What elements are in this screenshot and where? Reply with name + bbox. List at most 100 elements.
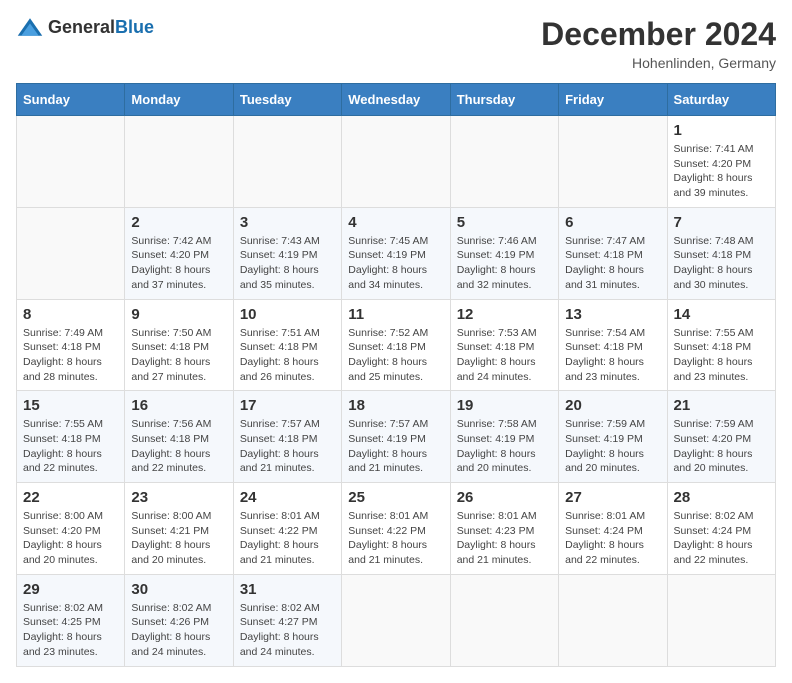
- calendar-day-cell: 24 Sunrise: 8:01 AMSunset: 4:22 PMDayligh…: [233, 483, 341, 575]
- day-info: Sunrise: 7:55 AMSunset: 4:18 PMDaylight:…: [674, 326, 769, 385]
- calendar-day-cell: 21Sunrise: 7:59 AMSunset: 4:20 PMDayligh…: [667, 391, 775, 483]
- day-number: 3: [240, 214, 335, 231]
- calendar-table: SundayMondayTuesdayWednesdayThursdayFrid…: [16, 83, 776, 667]
- day-number: 24: [240, 489, 335, 506]
- calendar-day-cell: 15 Sunrise: 7:55 AMSunset: 4:18 PMDayligh…: [17, 391, 125, 483]
- day-info: Sunrise: 8:02 AMSunset: 4:25 PMDaylight:…: [23, 601, 118, 660]
- calendar-day-cell: [450, 574, 558, 666]
- calendar-day-cell: 3 Sunrise: 7:43 AMSunset: 4:19 PMDaylight…: [233, 207, 341, 299]
- day-number: 9: [131, 306, 226, 323]
- day-number: 4: [348, 214, 443, 231]
- weekday-header-thursday: Thursday: [450, 84, 558, 116]
- day-number: 29: [23, 581, 118, 598]
- calendar-day-cell: 4 Sunrise: 7:45 AMSunset: 4:19 PMDaylight…: [342, 207, 450, 299]
- day-info: Sunrise: 8:01 AMSunset: 4:22 PMDaylight:…: [240, 509, 335, 568]
- calendar-day-cell: 12 Sunrise: 7:53 AMSunset: 4:18 PMDayligh…: [450, 299, 558, 391]
- calendar-day-cell: 23Sunrise: 8:00 AMSunset: 4:21 PMDayligh…: [125, 483, 233, 575]
- calendar-day-cell: 10Sunrise: 7:51 AMSunset: 4:18 PMDayligh…: [233, 299, 341, 391]
- day-info: Sunrise: 7:58 AMSunset: 4:19 PMDaylight:…: [457, 417, 552, 476]
- day-info: Sunrise: 7:53 AMSunset: 4:18 PMDaylight:…: [457, 326, 552, 385]
- calendar-day-cell: [559, 116, 667, 208]
- calendar-day-cell: 5 Sunrise: 7:46 AMSunset: 4:19 PMDaylight…: [450, 207, 558, 299]
- calendar-day-cell: [450, 116, 558, 208]
- day-number: 2: [131, 214, 226, 231]
- title-area: December 2024 Hohenlinden, Germany: [541, 16, 776, 71]
- calendar-day-cell: 16 Sunrise: 7:56 AMSunset: 4:18 PMDayligh…: [125, 391, 233, 483]
- day-info: Sunrise: 8:02 AMSunset: 4:26 PMDaylight:…: [131, 601, 226, 660]
- calendar-day-cell: 28 Sunrise: 8:02 AMSunset: 4:24 PMDayligh…: [667, 483, 775, 575]
- calendar-day-cell: 8 Sunrise: 7:49 AMSunset: 4:18 PMDaylight…: [17, 299, 125, 391]
- calendar-day-cell: 19 Sunrise: 7:58 AMSunset: 4:19 PMDayligh…: [450, 391, 558, 483]
- calendar-week-row: 8 Sunrise: 7:49 AMSunset: 4:18 PMDaylight…: [17, 299, 776, 391]
- day-number: 5: [457, 214, 552, 231]
- calendar-day-cell: [559, 574, 667, 666]
- calendar-day-cell: 11Sunrise: 7:52 AMSunset: 4:18 PMDayligh…: [342, 299, 450, 391]
- day-info: Sunrise: 8:01 AMSunset: 4:23 PMDaylight:…: [457, 509, 552, 568]
- calendar-day-cell: 17Sunrise: 7:57 AMSunset: 4:18 PMDayligh…: [233, 391, 341, 483]
- day-number: 15: [23, 397, 118, 414]
- calendar-day-cell: [17, 116, 125, 208]
- day-number: 31: [240, 581, 335, 598]
- calendar-week-row: 29 Sunrise: 8:02 AMSunset: 4:25 PMDayligh…: [17, 574, 776, 666]
- day-number: 13: [565, 306, 660, 323]
- calendar-week-row: 22Sunrise: 8:00 AMSunset: 4:20 PMDayligh…: [17, 483, 776, 575]
- calendar-day-cell: 29 Sunrise: 8:02 AMSunset: 4:25 PMDayligh…: [17, 574, 125, 666]
- day-info: Sunrise: 7:45 AMSunset: 4:19 PMDaylight:…: [348, 234, 443, 293]
- day-number: 8: [23, 306, 118, 323]
- calendar-week-row: 1Sunrise: 7:41 AMSunset: 4:20 PMDaylight…: [17, 116, 776, 208]
- day-info: Sunrise: 7:56 AMSunset: 4:18 PMDaylight:…: [131, 417, 226, 476]
- day-info: Sunrise: 7:57 AMSunset: 4:18 PMDaylight:…: [240, 417, 335, 476]
- day-info: Sunrise: 8:02 AMSunset: 4:27 PMDaylight:…: [240, 601, 335, 660]
- day-info: Sunrise: 7:43 AMSunset: 4:19 PMDaylight:…: [240, 234, 335, 293]
- day-info: Sunrise: 7:47 AMSunset: 4:18 PMDaylight:…: [565, 234, 660, 293]
- day-info: Sunrise: 7:50 AMSunset: 4:18 PMDaylight:…: [131, 326, 226, 385]
- calendar-day-cell: 2 Sunrise: 7:42 AMSunset: 4:20 PMDaylight…: [125, 207, 233, 299]
- calendar-day-cell: 27Sunrise: 8:01 AMSunset: 4:24 PMDayligh…: [559, 483, 667, 575]
- logo-icon: [16, 16, 44, 38]
- calendar-day-cell: 20 Sunrise: 7:59 AMSunset: 4:19 PMDayligh…: [559, 391, 667, 483]
- day-number: 14: [674, 306, 769, 323]
- day-number: 26: [457, 489, 552, 506]
- day-info: Sunrise: 7:48 AMSunset: 4:18 PMDaylight:…: [674, 234, 769, 293]
- day-number: 11: [348, 306, 443, 323]
- calendar-week-row: 15 Sunrise: 7:55 AMSunset: 4:18 PMDayligh…: [17, 391, 776, 483]
- calendar-day-cell: 30 Sunrise: 8:02 AMSunset: 4:26 PMDayligh…: [125, 574, 233, 666]
- day-number: 20: [565, 397, 660, 414]
- weekday-header-row: SundayMondayTuesdayWednesdayThursdayFrid…: [17, 84, 776, 116]
- calendar-day-cell: [17, 207, 125, 299]
- day-info: Sunrise: 8:01 AMSunset: 4:22 PMDaylight:…: [348, 509, 443, 568]
- day-number: 12: [457, 306, 552, 323]
- weekday-header-saturday: Saturday: [667, 84, 775, 116]
- day-number: 7: [674, 214, 769, 231]
- location-subtitle: Hohenlinden, Germany: [541, 55, 776, 71]
- calendar-day-cell: 14 Sunrise: 7:55 AMSunset: 4:18 PMDayligh…: [667, 299, 775, 391]
- calendar-day-cell: [342, 116, 450, 208]
- day-info: Sunrise: 7:55 AMSunset: 4:18 PMDaylight:…: [23, 417, 118, 476]
- day-number: 30: [131, 581, 226, 598]
- day-number: 16: [131, 397, 226, 414]
- weekday-header-monday: Monday: [125, 84, 233, 116]
- weekday-header-sunday: Sunday: [17, 84, 125, 116]
- calendar-day-cell: 9 Sunrise: 7:50 AMSunset: 4:18 PMDaylight…: [125, 299, 233, 391]
- day-info: Sunrise: 7:57 AMSunset: 4:19 PMDaylight:…: [348, 417, 443, 476]
- header: GeneralBlue December 2024 Hohenlinden, G…: [16, 16, 776, 71]
- day-number: 19: [457, 397, 552, 414]
- day-info: Sunrise: 7:51 AMSunset: 4:18 PMDaylight:…: [240, 326, 335, 385]
- calendar-day-cell: 22Sunrise: 8:00 AMSunset: 4:20 PMDayligh…: [17, 483, 125, 575]
- day-info: Sunrise: 7:41 AMSunset: 4:20 PMDaylight:…: [674, 142, 769, 201]
- calendar-day-cell: 18 Sunrise: 7:57 AMSunset: 4:19 PMDayligh…: [342, 391, 450, 483]
- day-info: Sunrise: 7:46 AMSunset: 4:19 PMDaylight:…: [457, 234, 552, 293]
- day-info: Sunrise: 7:42 AMSunset: 4:20 PMDaylight:…: [131, 234, 226, 293]
- calendar-day-cell: 1Sunrise: 7:41 AMSunset: 4:20 PMDaylight…: [667, 116, 775, 208]
- calendar-day-cell: 26 Sunrise: 8:01 AMSunset: 4:23 PMDayligh…: [450, 483, 558, 575]
- logo-text: GeneralBlue: [48, 17, 154, 38]
- day-info: Sunrise: 7:49 AMSunset: 4:18 PMDaylight:…: [23, 326, 118, 385]
- day-info: Sunrise: 7:59 AMSunset: 4:19 PMDaylight:…: [565, 417, 660, 476]
- day-number: 28: [674, 489, 769, 506]
- day-number: 18: [348, 397, 443, 414]
- weekday-header-wednesday: Wednesday: [342, 84, 450, 116]
- day-info: Sunrise: 7:59 AMSunset: 4:20 PMDaylight:…: [674, 417, 769, 476]
- day-info: Sunrise: 8:02 AMSunset: 4:24 PMDaylight:…: [674, 509, 769, 568]
- day-info: Sunrise: 8:00 AMSunset: 4:21 PMDaylight:…: [131, 509, 226, 568]
- logo: GeneralBlue: [16, 16, 154, 38]
